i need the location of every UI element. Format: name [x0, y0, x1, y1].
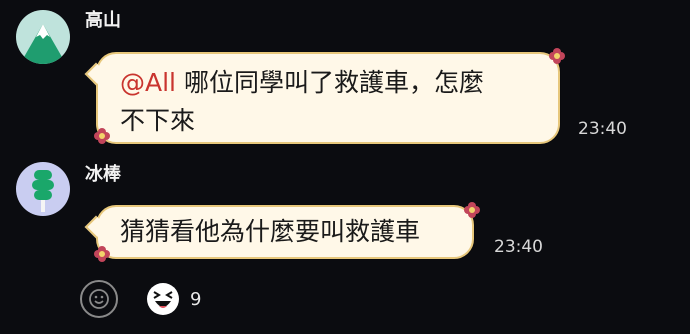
popsicle-avatar-icon — [16, 162, 70, 216]
flower-decoration-icon — [92, 126, 112, 146]
add-reaction-button[interactable] — [80, 280, 118, 318]
message-text-line-2: 不下來 — [120, 106, 196, 135]
flower-decoration-icon — [547, 46, 567, 66]
message-bubble[interactable]: 猜猜看他為什麼要叫救護車 — [96, 205, 474, 259]
sender-name: 高山 — [85, 10, 121, 31]
flower-decoration-icon — [92, 244, 112, 264]
reaction-count: 9 — [190, 288, 202, 310]
reaction-bar: 9 — [80, 277, 201, 321]
chat-window: 高山 @All 哪位同學叫了救護車，怎麼 不下來 23:40 冰棒 猜猜看他為什… — [0, 0, 690, 334]
mention-all[interactable]: @All — [120, 68, 176, 97]
message-text: 猜猜看他為什麼要叫救護車 — [120, 217, 421, 246]
flower-decoration-icon — [462, 200, 482, 220]
message-timestamp: 23:40 — [578, 119, 627, 139]
reaction-chip[interactable]: 9 — [146, 282, 201, 316]
message-text-line-1: @All 哪位同學叫了救護車，怎麼 — [120, 68, 484, 97]
message-bubble[interactable]: @All 哪位同學叫了救護車，怎麼 不下來 — [96, 52, 560, 144]
laughing-face-icon — [147, 283, 179, 315]
smiley-add-icon — [89, 289, 109, 309]
message-timestamp: 23:40 — [494, 237, 543, 257]
avatar-mountain[interactable] — [16, 10, 70, 64]
mountain-avatar-icon — [16, 10, 70, 64]
avatar-popsicle[interactable] — [16, 162, 70, 216]
sender-name: 冰棒 — [85, 164, 121, 185]
